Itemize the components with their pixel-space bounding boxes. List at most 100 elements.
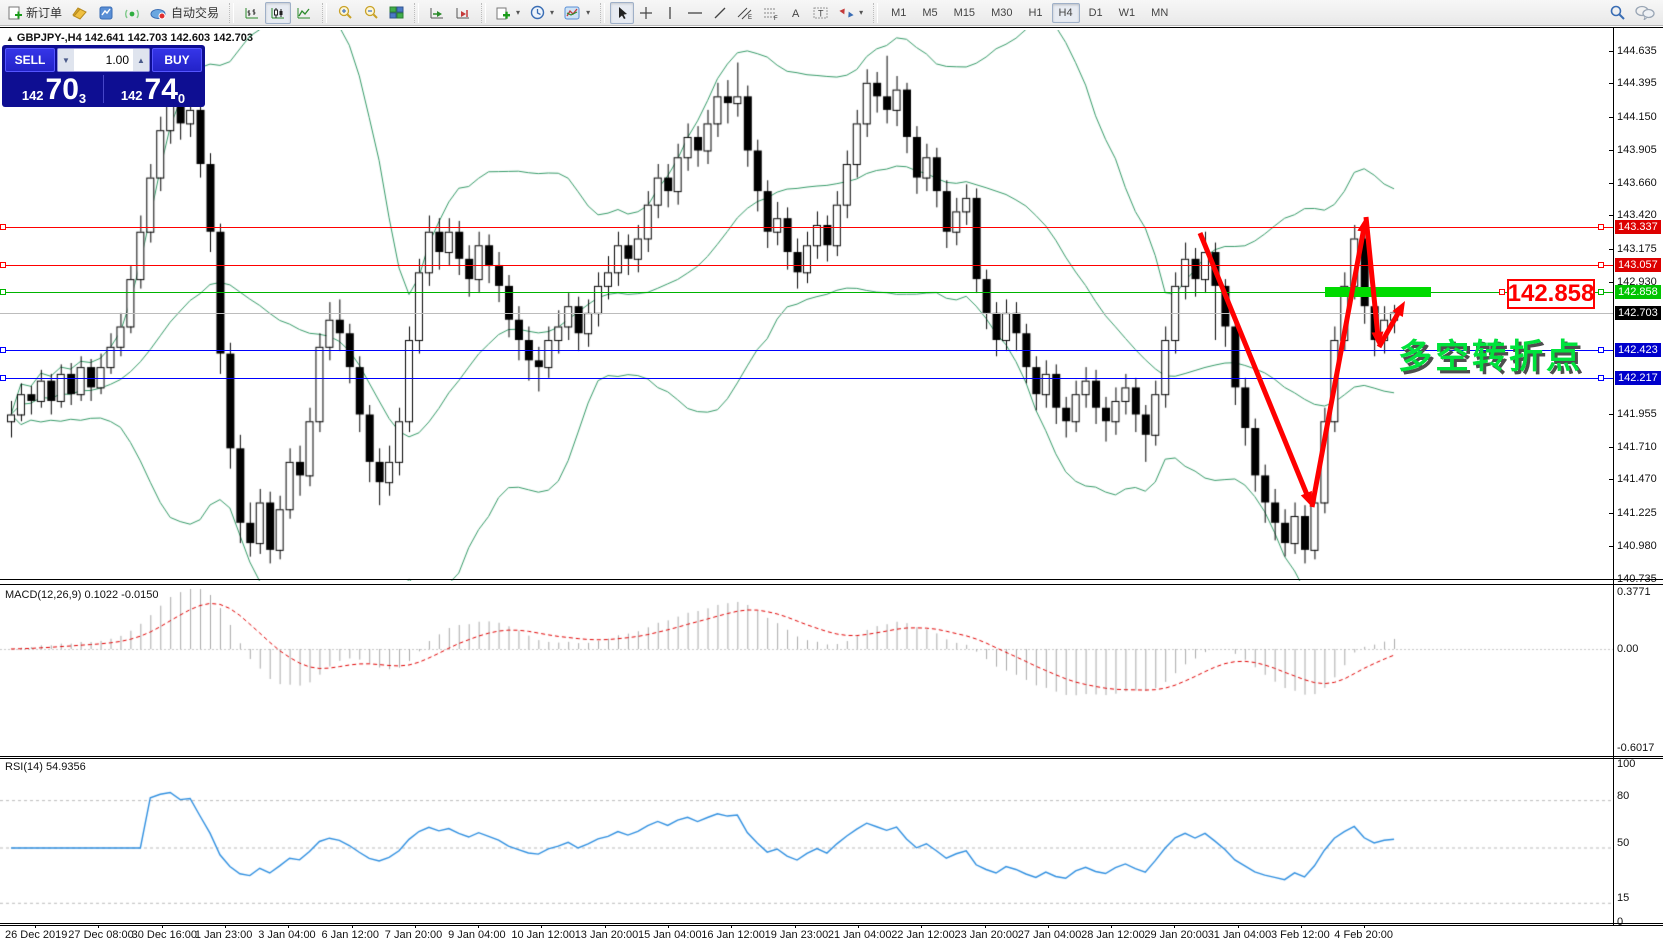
tf-button-H1[interactable]: H1 xyxy=(1021,3,1049,23)
horizontal-level-line-142.217[interactable] xyxy=(0,378,1613,379)
line-anchor-handle[interactable] xyxy=(1598,224,1604,230)
line-chart-button[interactable] xyxy=(291,2,317,24)
line-anchor-handle[interactable] xyxy=(1598,347,1604,353)
price-tick-label: 143.175 xyxy=(1617,243,1657,255)
horizontal-line-tool-button[interactable] xyxy=(682,2,708,24)
line-anchor-handle[interactable] xyxy=(0,347,6,353)
date-label: 23 Jan 20:00 xyxy=(955,929,1019,941)
sell-price[interactable]: 142703 xyxy=(5,73,103,105)
date-label: 10 Jan 12:00 xyxy=(511,929,575,941)
rsi-pane-canvas[interactable] xyxy=(0,759,1613,923)
trendline-icon xyxy=(713,6,727,20)
tf-button-H4[interactable]: H4 xyxy=(1052,3,1080,23)
new-chart-button[interactable]: ▾ xyxy=(491,2,525,24)
current-price-line xyxy=(0,313,1613,314)
volume-up-button[interactable]: ▲ xyxy=(133,49,149,71)
arrows-icon xyxy=(839,6,854,20)
dropdown-caret-icon: ▾ xyxy=(516,8,520,17)
toolbar-separator xyxy=(322,3,327,23)
arrows-tool-button[interactable]: ▾ xyxy=(834,2,868,24)
tf-button-M30[interactable]: M30 xyxy=(984,3,1019,23)
date-tick-mark xyxy=(352,925,353,928)
charts-window-button[interactable] xyxy=(93,2,119,24)
line-anchor-handle[interactable] xyxy=(0,289,6,295)
zoom-in-icon xyxy=(337,5,353,20)
zoom-in-button[interactable] xyxy=(332,2,358,24)
price-tick-mark xyxy=(1609,150,1613,151)
date-tick-mark xyxy=(478,925,479,928)
pane-separator[interactable] xyxy=(0,584,1663,585)
horizontal-level-line-142.423[interactable] xyxy=(0,350,1613,351)
periods-button[interactable]: ▾ xyxy=(525,2,559,24)
line-anchor-handle[interactable] xyxy=(1598,262,1604,268)
channel-tool-button[interactable]: E xyxy=(732,2,758,24)
sell-button[interactable]: SELL xyxy=(5,48,55,72)
community-chat-icon[interactable] xyxy=(1635,5,1655,20)
tile-windows-button[interactable] xyxy=(384,2,409,24)
tf-button-MN[interactable]: MN xyxy=(1144,3,1175,23)
volume-input[interactable]: 1.00 xyxy=(74,49,133,71)
tf-button-D1[interactable]: D1 xyxy=(1082,3,1110,23)
line-anchor-handle[interactable] xyxy=(0,375,6,381)
price-callout-box[interactable]: 142.858 xyxy=(1507,279,1595,309)
signal-button[interactable] xyxy=(119,2,145,24)
chinese-annotation-text[interactable]: 多空转折点 xyxy=(1398,329,1583,378)
line-anchor-handle[interactable] xyxy=(0,224,6,230)
date-tick-mark xyxy=(98,925,99,928)
price-badge-142.703: 142.703 xyxy=(1615,306,1661,320)
line-anchor-handle[interactable] xyxy=(1598,289,1604,295)
fibonacci-tool-button[interactable]: F xyxy=(758,2,784,24)
pane-separator[interactable] xyxy=(0,756,1663,757)
tf-button-W1[interactable]: W1 xyxy=(1112,3,1143,23)
price-tick-mark xyxy=(1609,447,1613,448)
new-chart-icon xyxy=(496,6,511,20)
date-label: 13 Jan 20:00 xyxy=(575,929,639,941)
search-icon[interactable] xyxy=(1610,5,1625,20)
zoom-out-button[interactable] xyxy=(358,2,384,24)
rsi-axis-label: 15 xyxy=(1617,892,1629,904)
auto-trading-button[interactable]: 自动交易 xyxy=(145,2,224,24)
vertical-line-tool-button[interactable] xyxy=(658,2,682,24)
text-tool-button[interactable]: A xyxy=(784,2,808,24)
date-label: 16 Jan 12:00 xyxy=(701,929,765,941)
toolbar-separator xyxy=(414,3,419,23)
chart-shift-button[interactable] xyxy=(450,2,476,24)
date-tick-mark xyxy=(1111,925,1112,928)
macd-axis-label: 0.3771 xyxy=(1617,586,1651,598)
tf-button-M5[interactable]: M5 xyxy=(915,3,944,23)
price-chart-canvas[interactable] xyxy=(0,30,1613,581)
volume-down-button[interactable]: ▼ xyxy=(58,49,74,71)
tf-button-M15[interactable]: M15 xyxy=(947,3,982,23)
rsi-axis-label: 0 xyxy=(1617,916,1623,928)
ledger-button[interactable] xyxy=(67,2,93,24)
line-anchor-handle[interactable] xyxy=(0,262,6,268)
crosshair-tool-button[interactable] xyxy=(634,2,658,24)
callout-anchor-handle[interactable] xyxy=(1499,289,1505,295)
cursor-tool-button[interactable] xyxy=(610,2,634,24)
auto-scroll-button[interactable] xyxy=(424,2,450,24)
fibonacci-icon: F xyxy=(763,6,779,20)
date-label: 27 Dec 08:00 xyxy=(68,929,133,941)
buy-button[interactable]: BUY xyxy=(152,48,202,72)
new-order-button[interactable]: 新订单 xyxy=(3,2,67,24)
candlestick-button[interactable] xyxy=(265,2,291,24)
horizontal-level-line-143.337[interactable] xyxy=(0,227,1613,228)
macd-pane-canvas[interactable] xyxy=(0,586,1613,756)
pane-separator[interactable] xyxy=(0,758,1663,759)
buy-price[interactable]: 142740 xyxy=(104,73,202,105)
date-label: 6 Jan 12:00 xyxy=(322,929,380,941)
date-label: 27 Jan 04:00 xyxy=(1018,929,1082,941)
line-anchor-handle[interactable] xyxy=(1598,375,1604,381)
templates-button[interactable]: ▾ xyxy=(559,2,595,24)
bar-chart-button[interactable] xyxy=(239,2,265,24)
svg-text:E: E xyxy=(748,15,752,20)
pane-separator[interactable] xyxy=(0,579,1663,580)
svg-text:A: A xyxy=(792,8,800,20)
new-order-label: 新订单 xyxy=(26,4,62,21)
tf-button-M1[interactable]: M1 xyxy=(884,3,913,23)
text-label-tool-button[interactable]: T xyxy=(808,2,834,24)
green-level-bar[interactable] xyxy=(1325,287,1431,297)
trendline-tool-button[interactable] xyxy=(708,2,732,24)
price-tick-label: 144.635 xyxy=(1617,45,1657,57)
horizontal-level-line-143.057[interactable] xyxy=(0,265,1613,266)
